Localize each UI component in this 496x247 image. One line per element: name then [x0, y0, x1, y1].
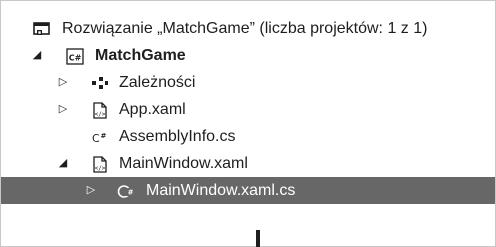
tree-item-app-xaml[interactable]: ▷ </> App.xaml: [1, 96, 495, 123]
xaml-file-icon: </>: [91, 101, 109, 119]
tree-item-dependencies[interactable]: ▷ Zależności: [1, 69, 495, 96]
collapsed-arrow-icon[interactable]: ▷: [57, 96, 69, 123]
tree-item-label: Zależności: [119, 74, 196, 91]
svg-text:</>: </>: [95, 165, 106, 172]
solution-explorer-panel: Rozwiązanie „MatchGame” (liczba projektó…: [0, 0, 496, 247]
svg-text:C: C: [92, 132, 100, 145]
text-cursor: [256, 230, 260, 247]
collapsed-arrow-icon[interactable]: ▷: [57, 69, 69, 96]
tree-item-label: MainWindow.xaml: [119, 155, 248, 172]
tree-item-label: MatchGame: [95, 47, 186, 64]
svg-text:</>: </>: [95, 111, 106, 118]
expanded-arrow-icon[interactable]: ◢: [57, 150, 69, 177]
dependencies-icon: [91, 74, 109, 91]
tree-item-solution[interactable]: Rozwiązanie „MatchGame” (liczba projektó…: [1, 15, 495, 42]
solution-tree: Rozwiązanie „MatchGame” (liczba projektó…: [1, 15, 495, 204]
expanded-arrow-icon[interactable]: ◢: [31, 42, 43, 69]
csharp-class-icon: #: [117, 182, 135, 199]
svg-text:C#: C#: [69, 54, 82, 63]
csharp-project-icon: C#: [66, 47, 84, 65]
tree-item-label: MainWindow.xaml.cs: [146, 182, 296, 199]
tree-item-mainwindow-xaml-cs[interactable]: ▷ # MainWindow.xaml.cs: [1, 177, 495, 204]
tree-item-label: Rozwiązanie „MatchGame” (liczba projektó…: [62, 20, 428, 37]
tree-item-assemblyinfo[interactable]: C # AssemblyInfo.cs: [1, 123, 495, 150]
tree-item-project[interactable]: ◢ C# MatchGame: [1, 42, 495, 69]
svg-text:#: #: [128, 189, 134, 197]
xaml-file-icon: </>: [91, 155, 109, 173]
tree-item-label: AssemblyInfo.cs: [119, 128, 236, 145]
svg-text:#: #: [101, 132, 107, 140]
solution-icon: [33, 20, 51, 37]
tree-item-mainwindow-xaml[interactable]: ◢ </> MainWindow.xaml: [1, 150, 495, 177]
csharp-file-icon: C #: [91, 128, 109, 145]
tree-item-label: App.xaml: [119, 101, 186, 118]
collapsed-arrow-icon[interactable]: ▷: [85, 177, 97, 204]
